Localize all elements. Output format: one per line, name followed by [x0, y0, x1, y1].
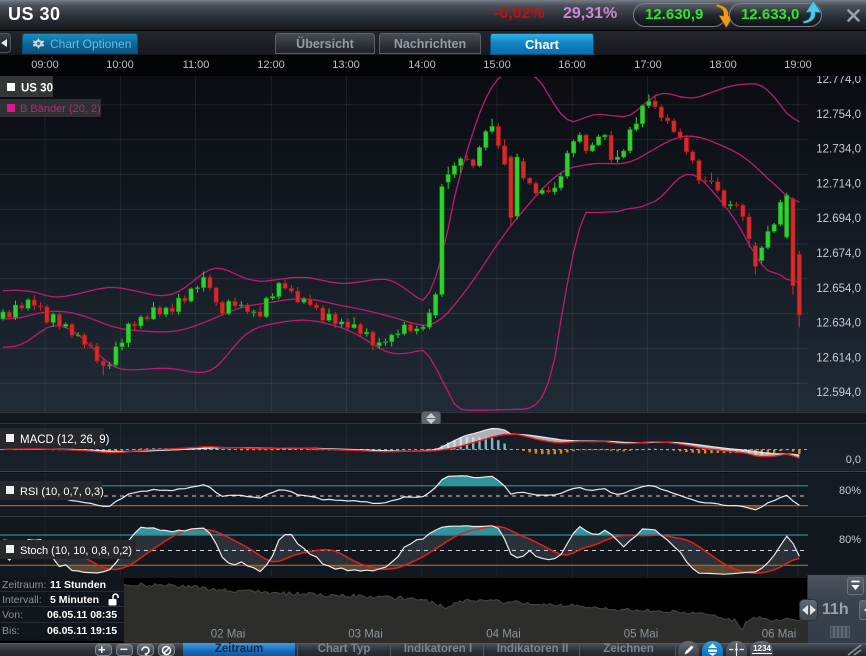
svg-text:03 Mai: 03 Mai: [348, 629, 383, 641]
svg-text:0,0: 0,0: [846, 454, 861, 466]
svg-text:80%: 80%: [839, 485, 861, 497]
svg-text:80%: 80%: [839, 534, 861, 546]
svg-text:05 Mai: 05 Mai: [624, 629, 659, 641]
svg-text:12.594,0: 12.594,0: [816, 387, 861, 399]
svg-text:12.674,0: 12.674,0: [816, 248, 861, 260]
svg-text:12.634,0: 12.634,0: [816, 318, 861, 330]
svg-text:12.654,0: 12.654,0: [816, 283, 861, 295]
svg-text:B Bänder (20, 2): B Bänder (20, 2): [20, 103, 101, 115]
svg-text:12.694,0: 12.694,0: [816, 213, 861, 225]
svg-text:12.734,0: 12.734,0: [816, 144, 861, 156]
svg-text:12.754,0: 12.754,0: [816, 109, 861, 121]
svg-text:02 Mai: 02 Mai: [211, 629, 246, 641]
svg-text:RSI (10, 0,7, 0,3): RSI (10, 0,7, 0,3): [20, 486, 104, 498]
svg-text:12.714,0: 12.714,0: [816, 178, 861, 190]
svg-text:Stoch (10, 10, 0,8, 0,2): Stoch (10, 10, 0,8, 0,2): [20, 545, 132, 557]
svg-text:MACD (12, 26, 9): MACD (12, 26, 9): [20, 434, 110, 446]
svg-text:US 30: US 30: [21, 83, 53, 95]
svg-text:12.774,0: 12.774,0: [816, 76, 861, 86]
svg-text:04 Mai: 04 Mai: [486, 629, 521, 641]
svg-text:12.614,0: 12.614,0: [816, 352, 861, 364]
svg-text:06 Mai: 06 Mai: [762, 629, 797, 641]
